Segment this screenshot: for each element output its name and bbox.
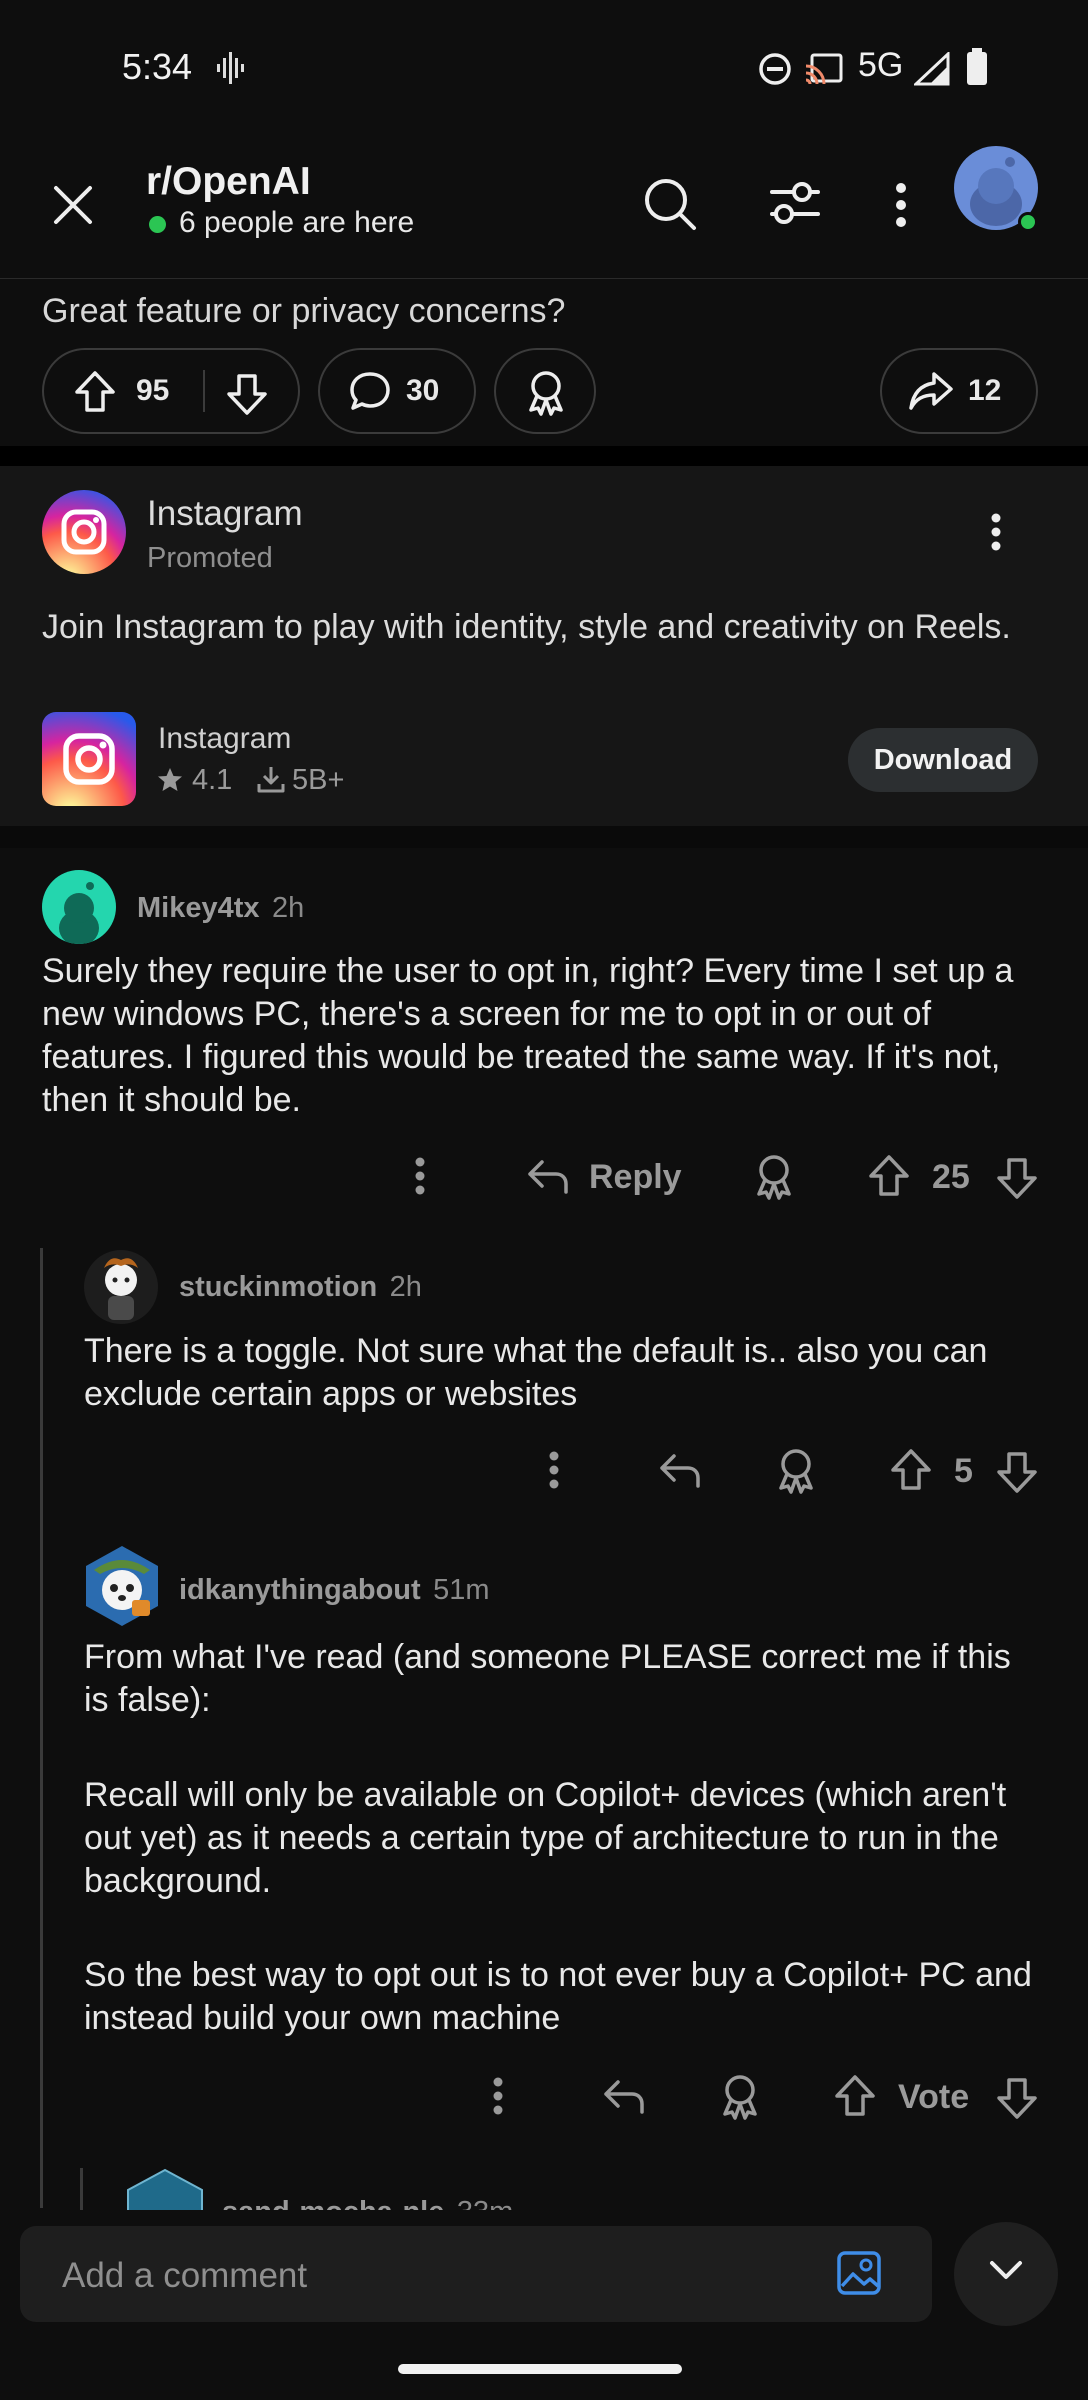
vote-divider xyxy=(203,370,205,412)
comments-button[interactable] xyxy=(318,348,476,434)
downvote-icon[interactable] xyxy=(226,372,268,416)
comment-bubble-icon xyxy=(350,372,390,410)
downvote-icon[interactable] xyxy=(996,1156,1038,1200)
comment-body: Surely they require the user to opt in, … xyxy=(42,952,1014,1119)
app-name: Instagram xyxy=(158,722,292,755)
commenter-avatar[interactable] xyxy=(42,870,116,944)
close-icon[interactable] xyxy=(52,184,94,226)
thread-line[interactable] xyxy=(40,1248,43,2208)
section-separator xyxy=(0,446,1088,466)
network-type: 5G xyxy=(858,46,904,84)
overflow-menu-icon[interactable] xyxy=(892,182,910,228)
commenter-avatar[interactable] xyxy=(82,1544,162,1628)
ad-body: Join Instagram to play with identity, st… xyxy=(42,608,1011,646)
comment-time: 2h xyxy=(389,1271,422,1303)
voice-wave-icon xyxy=(217,52,244,84)
comment-body-paragraph: Recall will only be available on Copilot… xyxy=(84,1776,1007,1900)
award-icon[interactable] xyxy=(752,1152,796,1200)
comment-menu-icon[interactable] xyxy=(490,2076,506,2116)
commenter-avatar[interactable] xyxy=(124,2168,206,2212)
comment-meta: idkanythingabout 51m xyxy=(179,1574,490,1607)
upvote-icon[interactable] xyxy=(868,1154,910,1198)
download-count-icon xyxy=(257,767,285,793)
comment-vote-count: 25 xyxy=(932,1158,970,1196)
reply-button[interactable]: Reply xyxy=(589,1158,682,1197)
post-title[interactable]: Great feature or privacy concerns? xyxy=(42,292,565,331)
comment-count: 30 xyxy=(406,374,440,407)
comment-username[interactable]: stuckinmotion xyxy=(179,1271,377,1303)
comment-vote-label: Vote xyxy=(898,2078,970,2116)
comment-time: 2h xyxy=(271,892,305,924)
share-count: 12 xyxy=(968,374,1002,407)
online-status-dot xyxy=(1018,212,1038,232)
upvote-icon[interactable] xyxy=(890,1448,932,1492)
signal-icon xyxy=(914,52,950,86)
comment-body-paragraph: So the best way to opt out is to not eve… xyxy=(84,1956,1032,2037)
download-button[interactable]: Download xyxy=(848,728,1038,792)
comment-username[interactable]: idkanythingabout xyxy=(179,1574,421,1606)
comment-menu-icon[interactable] xyxy=(546,1450,562,1490)
header-divider xyxy=(0,278,1088,279)
comment-vote-count: 5 xyxy=(954,1452,973,1490)
section-separator xyxy=(0,826,1088,848)
downvote-icon[interactable] xyxy=(996,2076,1038,2120)
comment-meta: Mikey4tx 2h xyxy=(137,892,304,925)
do-not-disturb-icon xyxy=(759,53,791,85)
reply-icon[interactable] xyxy=(526,1158,570,1196)
upvote-icon[interactable] xyxy=(834,2074,876,2118)
subreddit-name[interactable]: r/OpenAI xyxy=(146,160,311,204)
upvote-count: 95 xyxy=(136,374,170,407)
comment-time: 51m xyxy=(433,1574,490,1606)
reply-icon[interactable] xyxy=(658,1452,702,1490)
comment-body-paragraph: From what I've read (and someone PLEASE … xyxy=(84,1638,1011,1719)
share-icon xyxy=(909,372,953,410)
downvote-icon[interactable] xyxy=(996,1450,1038,1494)
online-count: 6 people are here xyxy=(179,206,415,239)
chevron-down-icon xyxy=(990,2261,1022,2279)
star-icon xyxy=(158,768,182,791)
status-time: 5:34 xyxy=(122,46,193,87)
thread-line[interactable] xyxy=(80,2168,83,2212)
online-indicator xyxy=(149,216,166,233)
promoted-label: Promoted xyxy=(147,542,273,574)
comment-body: There is a toggle. Not sure what the def… xyxy=(84,1332,988,1413)
advertiser-name[interactable]: Instagram xyxy=(147,494,303,534)
status-bar: 5:34 5G xyxy=(0,0,1088,130)
award-icon xyxy=(529,371,563,416)
ad-menu-icon[interactable] xyxy=(988,512,1004,552)
award-icon[interactable] xyxy=(774,1446,818,1494)
search-icon[interactable] xyxy=(642,176,698,232)
comment-username[interactable]: Mikey4tx xyxy=(137,892,260,924)
instagram-app-icon xyxy=(42,712,136,806)
instagram-logo-avatar xyxy=(42,490,126,574)
top-app-bar xyxy=(0,130,1088,280)
battery-icon xyxy=(967,48,987,85)
home-indicator[interactable] xyxy=(398,2364,682,2374)
award-icon[interactable] xyxy=(718,2072,762,2120)
comment-input-placeholder[interactable]: Add a comment xyxy=(62,2256,307,2296)
image-upload-icon[interactable] xyxy=(836,2250,882,2296)
comment-meta: stuckinmotion 2h xyxy=(179,1271,422,1304)
share-button[interactable] xyxy=(880,348,1038,434)
comment-menu-icon[interactable] xyxy=(412,1156,428,1196)
commenter-avatar[interactable] xyxy=(84,1250,158,1324)
upvote-icon[interactable] xyxy=(74,370,116,414)
app-downloads: 5B+ xyxy=(292,764,345,796)
app-rating: 4.1 xyxy=(192,764,233,796)
cast-icon xyxy=(805,53,843,85)
filter-sliders-icon[interactable] xyxy=(768,180,822,228)
reply-icon[interactable] xyxy=(602,2078,646,2116)
